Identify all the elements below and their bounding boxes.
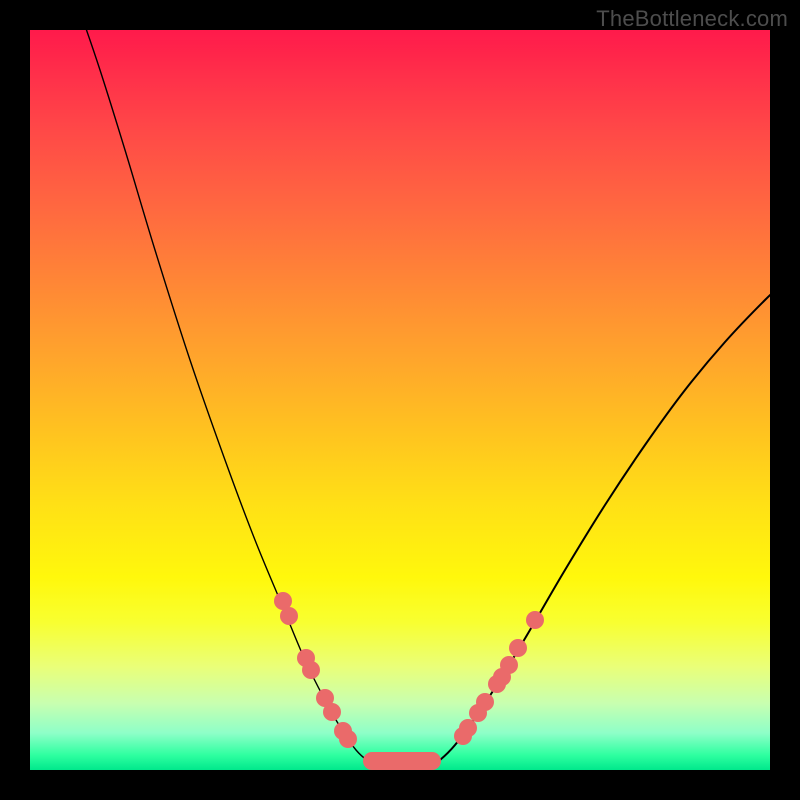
dot: [339, 730, 357, 748]
right-curve: [430, 277, 770, 766]
dot: [302, 661, 320, 679]
left-curve: [83, 30, 378, 766]
dot: [526, 611, 544, 629]
plot-svg: [30, 30, 770, 770]
dot: [454, 727, 472, 745]
dot: [476, 693, 494, 711]
dot: [509, 639, 527, 657]
watermark-text: TheBottleneck.com: [596, 6, 788, 32]
dot: [280, 607, 298, 625]
plot-frame: [30, 30, 770, 770]
highlight-dots: [274, 592, 544, 748]
dot: [500, 656, 518, 674]
dot: [323, 703, 341, 721]
